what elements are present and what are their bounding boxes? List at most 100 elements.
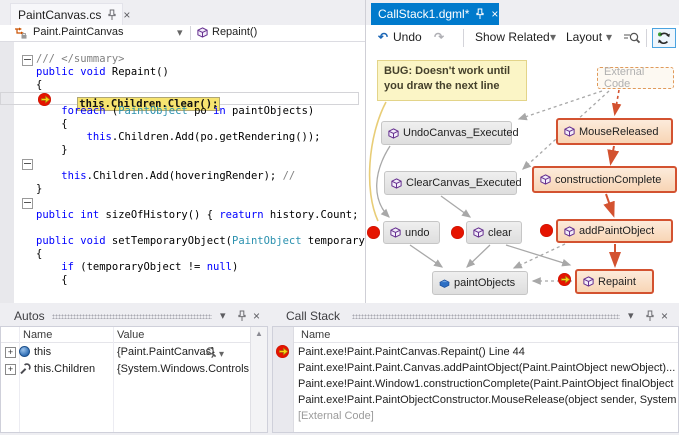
graph-node-addpaintobject[interactable]: addPaintObject — [556, 219, 673, 243]
expand-icon[interactable]: + — [5, 364, 16, 375]
class-icon — [13, 27, 27, 39]
drag-handle[interactable] — [52, 314, 212, 319]
code-line[interactable] — [0, 196, 359, 209]
fold-collapse-icon[interactable] — [22, 198, 33, 209]
fold-collapse-icon[interactable] — [22, 55, 33, 66]
graph-edge — [519, 91, 602, 119]
code-line[interactable]: public void Repaint() — [0, 66, 359, 79]
column-header-name[interactable]: Name — [301, 327, 330, 343]
graph-node-external-code[interactable]: External Code — [597, 67, 674, 89]
graph-node-repaint[interactable]: Repaint — [575, 269, 654, 294]
code-line[interactable]: { — [0, 118, 359, 131]
graph-node-paintobjects[interactable]: paintObjects — [432, 271, 528, 295]
code-line[interactable]: this.Children.Clear(); — [0, 92, 359, 105]
redo-icon[interactable]: ↷ — [434, 30, 444, 44]
node-label: Repaint — [598, 276, 636, 288]
window-menu-icon[interactable]: ▾ — [628, 309, 634, 322]
pin-icon[interactable] — [645, 310, 655, 322]
code-token: .Children.Add(hoveringRender); — [87, 170, 283, 182]
callstack-frame[interactable]: [External Code] — [273, 408, 678, 424]
code-line[interactable]: } — [0, 144, 359, 157]
code-line[interactable] — [0, 222, 359, 235]
code-line[interactable]: } — [0, 183, 359, 196]
code-token — [36, 105, 61, 117]
undo-button[interactable]: Undo — [393, 30, 422, 44]
sync-graph-button[interactable] — [652, 28, 676, 48]
breakpoint-icon[interactable] — [451, 226, 464, 239]
pin-icon[interactable] — [107, 9, 117, 21]
tab-title: CallStack1.dgml* — [378, 7, 469, 21]
scrollbar[interactable]: ▲ — [250, 327, 267, 432]
code-token: { — [36, 248, 42, 260]
column-divider[interactable] — [113, 327, 114, 432]
autos-panel: Autos ▾ × Name Value +this{Paint.PaintCa… — [0, 307, 268, 433]
code-token: null — [207, 261, 232, 273]
breakpoint-icon[interactable] — [540, 224, 553, 237]
magnifier-visualizer-icon[interactable]: ▾ — [205, 346, 217, 358]
code-line[interactable]: this.Children.Add(po.getRendering()); — [0, 131, 359, 144]
pin-icon[interactable] — [237, 310, 247, 322]
window-menu-icon[interactable]: ▾ — [220, 309, 226, 322]
dgml-graph-canvas[interactable]: BUG: Doesn't work until you draw the nex… — [366, 51, 679, 303]
method-dropdown[interactable]: Repaint() — [212, 26, 257, 38]
code-line[interactable]: public int sizeOfHistory() { reaturn his… — [0, 209, 359, 222]
class-dropdown[interactable]: Paint.PaintCanvas — [33, 26, 124, 38]
filter-zoom-icon[interactable] — [623, 31, 641, 45]
scroll-up-icon[interactable]: ▲ — [251, 327, 267, 341]
chevron-down-icon[interactable]: ▾ — [177, 26, 183, 39]
close-icon[interactable]: × — [661, 309, 668, 323]
callstack-frame[interactable]: Paint.exe!Paint.PaintCanvas.Repaint() Li… — [273, 344, 678, 360]
graph-node-constructioncomplete[interactable]: constructionComplete — [532, 166, 677, 193]
close-icon[interactable]: × — [491, 8, 498, 20]
code-token: in — [213, 105, 226, 117]
show-related-button[interactable]: Show Related — [475, 30, 550, 44]
node-label: paintObjects — [454, 277, 515, 289]
code-token: } — [36, 144, 68, 156]
code-line[interactable]: public void setTemporaryObject(PaintObje… — [0, 235, 359, 248]
autos-row[interactable]: +this{Paint.PaintCanvas}▾ — [1, 344, 251, 361]
graph-node-clear[interactable]: clear — [466, 221, 522, 244]
frame-text: Paint.exe!Paint.Window1.constructionComp… — [298, 376, 673, 392]
code-line[interactable]: if (temporaryObject != null) — [0, 261, 359, 274]
code-line[interactable] — [0, 157, 359, 170]
close-icon[interactable]: × — [123, 9, 130, 21]
code-line[interactable]: { — [0, 248, 359, 261]
code-line[interactable]: this.Children.Add(hoveringRender); // — [0, 170, 359, 183]
graph-node-undo[interactable]: undo — [383, 221, 440, 244]
close-icon[interactable]: × — [253, 309, 260, 323]
expand-icon[interactable]: + — [5, 347, 16, 358]
callstack-titlebar[interactable]: Call Stack ▾ × — [272, 307, 679, 326]
code-line[interactable]: foreach (PaintObject po in paintObjects) — [0, 105, 359, 118]
column-header-name[interactable]: Name — [23, 327, 52, 343]
drag-handle[interactable] — [352, 314, 620, 319]
callstack-body: Name Paint.exe!Paint.PaintCanvas.Repaint… — [272, 326, 679, 433]
tab-paintcanvas[interactable]: PaintCanvas.cs × — [10, 3, 123, 25]
undo-icon[interactable]: ↶ — [378, 30, 388, 44]
code-token: .Children.Add(po.getRendering()); — [112, 131, 321, 143]
code-line[interactable]: /// </summary> — [0, 53, 359, 66]
autos-body: Name Value +this{Paint.PaintCanvas}▾+thi… — [0, 326, 268, 433]
chevron-down-icon[interactable]: ▾ — [606, 30, 612, 44]
variable-value: {System.Windows.Controls — [117, 361, 249, 378]
code-line[interactable]: { — [0, 274, 359, 287]
chevron-down-icon[interactable]: ▾ — [550, 30, 556, 44]
callstack-frame[interactable]: Paint.exe!Paint.PaintObjectConstructor.M… — [273, 392, 678, 408]
breakpoint-icon[interactable] — [367, 226, 380, 239]
autos-row[interactable]: +this.Children{System.Windows.Controls — [1, 361, 251, 378]
node-label: undo — [405, 227, 429, 239]
callstack-frame[interactable]: Paint.exe!Paint.Window1.constructionComp… — [273, 376, 678, 392]
layout-button[interactable]: Layout — [566, 30, 602, 44]
code-token: // — [283, 170, 296, 182]
graph-node-undocanvas-executed[interactable]: UndoCanvas_Executed — [381, 121, 512, 145]
graph-node-mousereleased[interactable]: MouseReleased — [556, 118, 673, 145]
bug-annotation-note[interactable]: BUG: Doesn't work until you draw the nex… — [377, 60, 527, 101]
autos-titlebar[interactable]: Autos ▾ × — [0, 307, 268, 326]
fold-collapse-icon[interactable] — [22, 159, 33, 170]
graph-node-clearcanvas-executed[interactable]: ClearCanvas_Executed — [384, 171, 517, 195]
code-line[interactable]: { — [0, 79, 359, 92]
code-editor[interactable]: /// </summary>public void Repaint(){ thi… — [0, 42, 365, 303]
pin-icon[interactable] — [475, 8, 485, 20]
column-header-value[interactable]: Value — [117, 327, 144, 343]
tab-callstack-dgml[interactable]: CallStack1.dgml* × — [371, 3, 499, 25]
callstack-frame[interactable]: Paint.exe!Paint.Paint.Canvas.addPaintObj… — [273, 360, 678, 376]
